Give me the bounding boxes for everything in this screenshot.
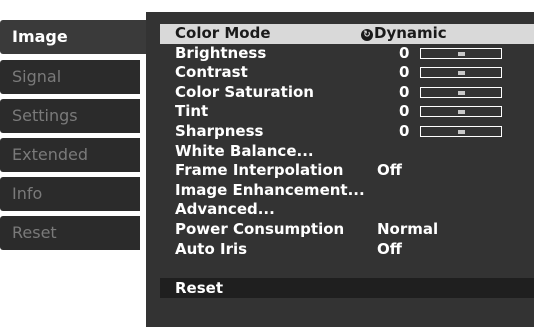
brightness-slider[interactable] xyxy=(420,47,502,59)
color-saturation-slider-knob[interactable] xyxy=(458,90,465,95)
image-enhancement-label: Image Enhancement... xyxy=(175,180,365,199)
tab-settings[interactable]: Settings xyxy=(0,99,140,133)
color-saturation-slider[interactable] xyxy=(420,86,502,98)
power-consumption-label: Power Consumption xyxy=(175,219,345,238)
reset-button[interactable]: Reset xyxy=(160,278,534,298)
tint-value: 0 xyxy=(399,102,410,121)
sharpness-value: 0 xyxy=(399,121,410,140)
contrast-slider-knob[interactable] xyxy=(458,71,465,76)
contrast-row[interactable]: Contrast 0 xyxy=(160,63,534,83)
tint-slider-knob[interactable] xyxy=(458,110,465,115)
tab-extended[interactable]: Extended xyxy=(0,138,140,172)
tint-row[interactable]: Tint 0 xyxy=(160,102,534,122)
white-balance-label: White Balance... xyxy=(175,141,314,160)
tint-slider[interactable] xyxy=(420,106,502,118)
settings-list: Color Mode ↻ Dynamic Brightness 0 Contras… xyxy=(160,24,534,259)
contrast-slider[interactable] xyxy=(420,67,502,79)
color-mode-value-text: Dynamic xyxy=(374,24,447,42)
frame-interpolation-row[interactable]: Frame Interpolation Off xyxy=(160,161,534,181)
frame-interpolation-label: Frame Interpolation xyxy=(175,161,344,180)
auto-iris-row[interactable]: Auto Iris Off xyxy=(160,240,534,260)
white-balance-row[interactable]: White Balance... xyxy=(160,142,534,162)
tab-image[interactable]: Image xyxy=(0,20,146,54)
auto-iris-value: Off xyxy=(377,239,402,258)
color-mode-row[interactable]: Color Mode ↻ Dynamic xyxy=(160,24,534,44)
brightness-label: Brightness xyxy=(175,43,267,62)
frame-interpolation-value: Off xyxy=(377,161,402,180)
tab-signal[interactable]: Signal xyxy=(0,60,140,94)
auto-iris-label: Auto Iris xyxy=(175,239,248,258)
advanced-label: Advanced... xyxy=(175,200,275,219)
power-consumption-row[interactable]: Power Consumption Normal xyxy=(160,220,534,240)
tab-info[interactable]: Info xyxy=(0,177,140,211)
dynamic-mode-icon: ↻ xyxy=(361,29,373,41)
reset-label: Reset xyxy=(175,279,223,297)
brightness-value: 0 xyxy=(399,43,410,62)
image-enhancement-row[interactable]: Image Enhancement... xyxy=(160,181,534,201)
sharpness-slider-knob[interactable] xyxy=(458,129,465,134)
sharpness-slider[interactable] xyxy=(420,125,502,137)
tab-reset[interactable]: Reset xyxy=(0,216,140,250)
power-consumption-value: Normal xyxy=(377,219,439,238)
sharpness-label: Sharpness xyxy=(175,121,264,140)
contrast-label: Contrast xyxy=(175,63,248,82)
advanced-row[interactable]: Advanced... xyxy=(160,200,534,220)
color-mode-value: ↻ Dynamic xyxy=(361,24,447,44)
brightness-row[interactable]: Brightness 0 xyxy=(160,44,534,64)
contrast-value: 0 xyxy=(399,63,410,82)
color-saturation-value: 0 xyxy=(399,82,410,101)
sharpness-row[interactable]: Sharpness 0 xyxy=(160,122,534,142)
projector-menu-screen: Image Signal Settings Extended Info Rese… xyxy=(0,0,534,327)
tint-label: Tint xyxy=(175,102,209,121)
color-mode-label: Color Mode xyxy=(175,24,271,42)
image-settings-panel: Color Mode ↻ Dynamic Brightness 0 Contras… xyxy=(146,12,534,327)
color-saturation-label: Color Saturation xyxy=(175,82,314,101)
color-saturation-row[interactable]: Color Saturation 0 xyxy=(160,83,534,103)
brightness-slider-knob[interactable] xyxy=(458,51,465,56)
